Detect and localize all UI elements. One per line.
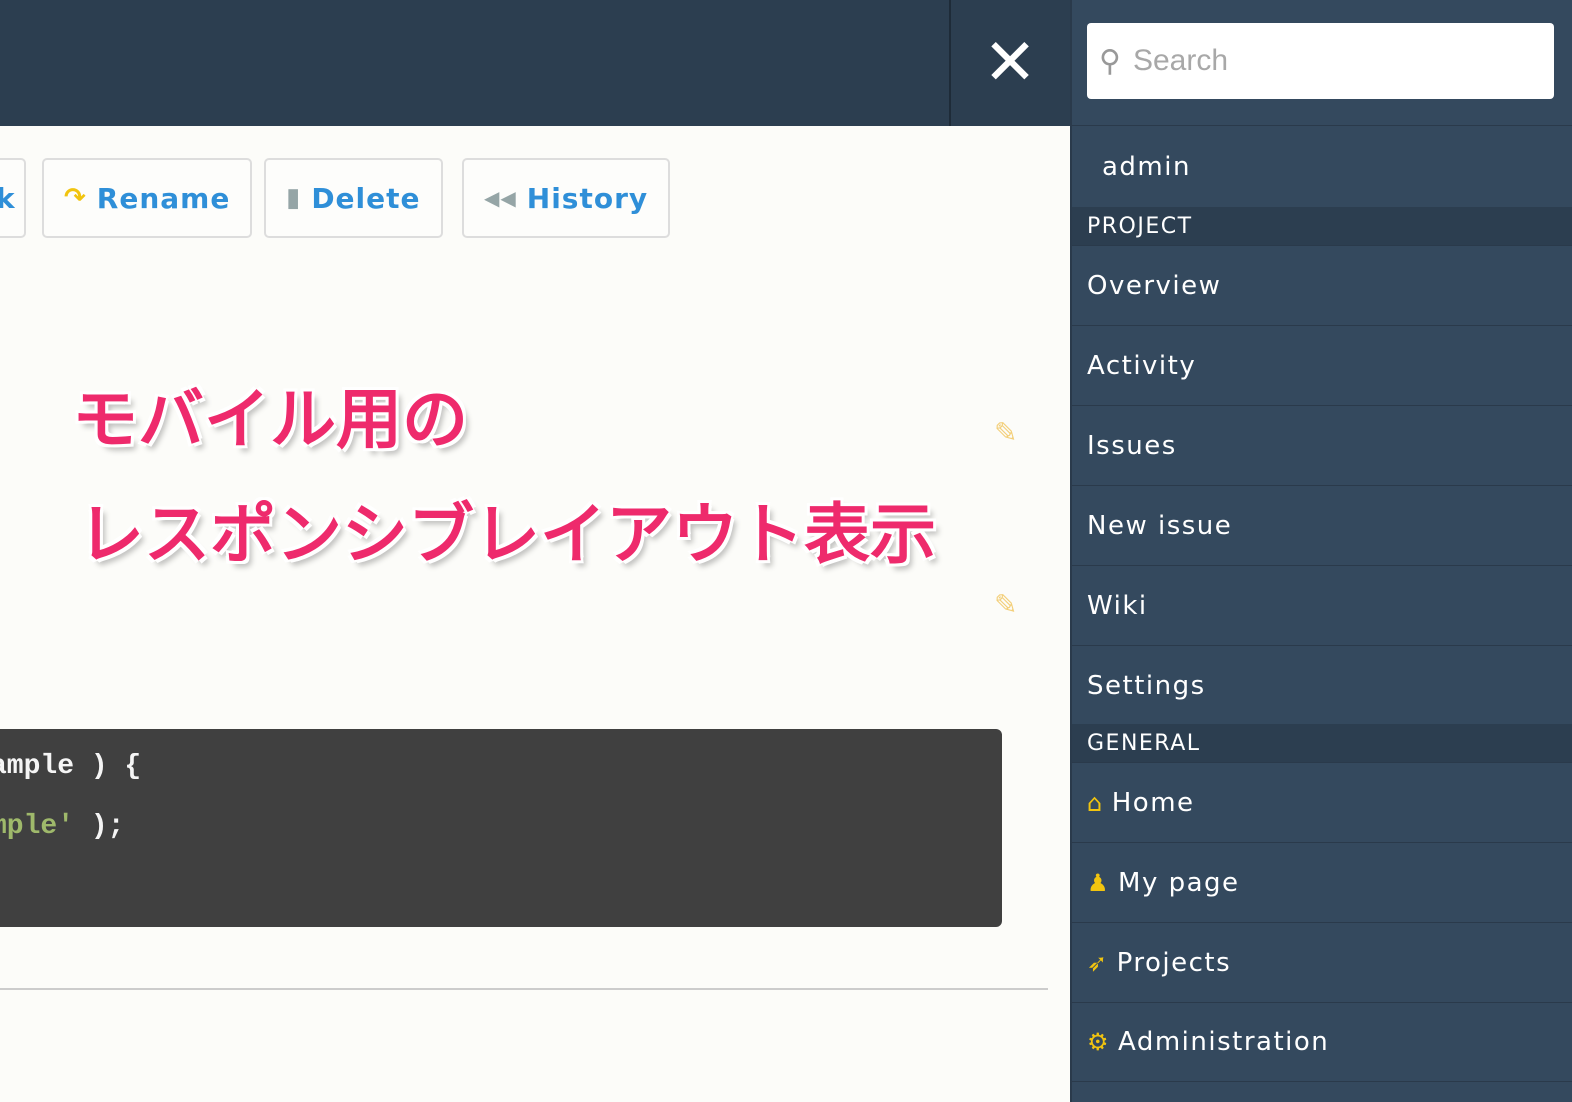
search-input[interactable] <box>1132 44 1513 78</box>
divider <box>949 0 951 126</box>
divider <box>0 988 1048 990</box>
edit-pencil-icon[interactable]: ✎ <box>994 588 1017 621</box>
sidebar-item-administration[interactable]: ⚙ Administration <box>1072 1002 1572 1082</box>
section-header-general: GENERAL <box>1072 724 1572 762</box>
rename-arrow-icon: ↷ <box>64 183 87 213</box>
history-button[interactable]: ◀◀ History <box>462 158 671 238</box>
rename-button[interactable]: ↷ Rename <box>42 158 253 238</box>
sidebar-item-label: Issues <box>1087 430 1177 461</box>
code-line: ample ) { <box>0 751 142 782</box>
gear-icon: ⚙ <box>1087 1028 1111 1056</box>
partial-button[interactable]: k <box>0 158 26 238</box>
edit-pencil-icon[interactable]: ✎ <box>994 416 1017 449</box>
sidebar-item-issues[interactable]: Issues <box>1072 405 1572 485</box>
sidebar-item-label: Settings <box>1087 670 1206 701</box>
rocket-icon: ➶ <box>1087 948 1109 977</box>
section-header-project: PROJECT <box>1072 207 1572 245</box>
sidebar-item-my-page[interactable]: ♟ My page <box>1072 842 1572 922</box>
rewind-icon: ◀◀ <box>484 186 517 210</box>
sidebar-item-overview[interactable]: Overview <box>1072 245 1572 325</box>
user-name: admin <box>1102 151 1191 182</box>
sidebar-item-activity[interactable]: Activity <box>1072 325 1572 405</box>
rename-label: Rename <box>96 181 231 215</box>
code-line: mple' ); <box>0 811 1002 871</box>
sidebar: ⚲ admin PROJECT Overview Activity Issues… <box>1070 0 1572 1102</box>
partial-button-label: k <box>0 181 16 215</box>
delete-label: Delete <box>311 181 421 215</box>
close-icon[interactable]: ✕ <box>980 30 1040 96</box>
sidebar-item-settings[interactable]: Settings <box>1072 645 1572 725</box>
top-bar: ✕ <box>0 0 1070 126</box>
main-content: k ↷ Rename ▮ Delete ◀◀ History モバイル用の レスポンシ… <box>0 126 1070 1102</box>
overlay-caption-line2: レスポンシブレイアウト表示 <box>78 496 936 573</box>
sidebar-item-label: Projects <box>1116 947 1232 978</box>
code-block: ample ) { mple' ); <box>0 729 1002 927</box>
overlay-caption-line1: モバイル用の <box>72 381 468 458</box>
sidebar-item-wiki[interactable]: Wiki <box>1072 565 1572 645</box>
search-box[interactable]: ⚲ <box>1087 23 1554 99</box>
sidebar-item-label: Activity <box>1087 350 1197 381</box>
sidebar-item-label: Wiki <box>1087 590 1148 621</box>
sidebar-item-projects[interactable]: ➶ Projects <box>1072 922 1572 1002</box>
search-icon: ⚲ <box>1099 43 1121 79</box>
home-icon: ⌂ <box>1087 788 1104 817</box>
code-text: ); <box>74 811 125 842</box>
sidebar-item-label: Home <box>1111 787 1195 818</box>
sidebar-item-home[interactable]: ⌂ Home <box>1072 762 1572 842</box>
user-icon: ♟ <box>1087 868 1111 897</box>
code-string: mple' <box>0 811 75 842</box>
trash-icon: ▮ <box>286 183 302 213</box>
sidebar-item-new-issue[interactable]: New issue <box>1072 485 1572 565</box>
sidebar-item-label: New issue <box>1087 510 1233 541</box>
sidebar-item-label: My page <box>1118 867 1240 898</box>
history-label: History <box>526 181 649 215</box>
sidebar-item-label: Administration <box>1118 1027 1330 1057</box>
sidebar-user[interactable]: admin <box>1072 125 1572 207</box>
sidebar-item-label: Overview <box>1087 270 1222 301</box>
delete-button[interactable]: ▮ Delete <box>264 158 443 238</box>
